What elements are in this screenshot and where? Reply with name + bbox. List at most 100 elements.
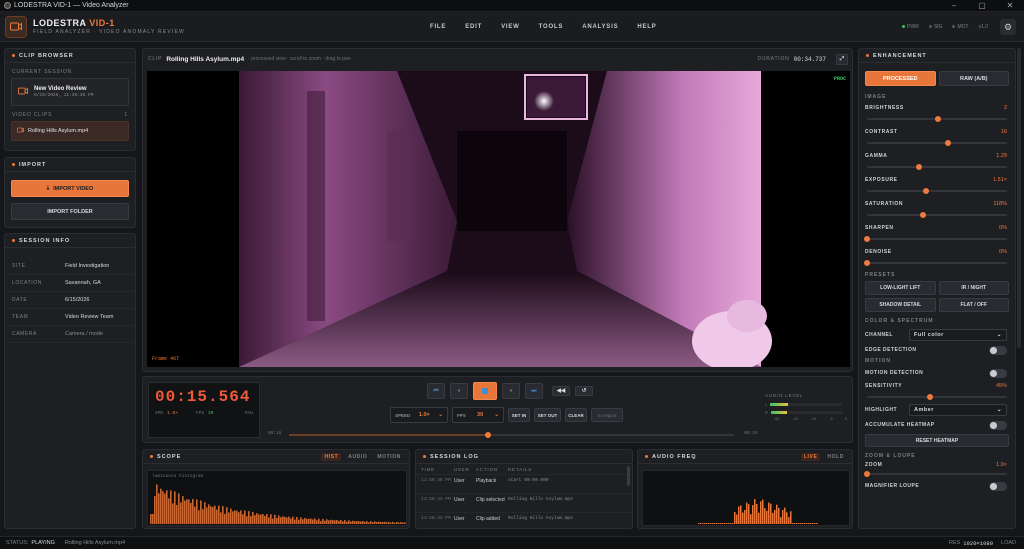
loop-button[interactable]: ↺: [575, 386, 593, 396]
slider-thumb[interactable]: [864, 260, 870, 266]
histogram-bar: [212, 506, 214, 524]
enhancement-scrollbar[interactable]: [1017, 48, 1021, 348]
zoom-thumb[interactable]: [864, 471, 870, 477]
motion-detection-label: MOTION DETECTION: [865, 370, 924, 376]
speed-select[interactable]: SPEED 1.0× ⌄: [390, 407, 448, 423]
histogram-bar: [338, 520, 340, 524]
video-file-icon: [16, 127, 25, 135]
prev-frame-button[interactable]: ‹: [450, 383, 468, 399]
set-in-button[interactable]: SET IN: [508, 408, 530, 422]
skip-start-button[interactable]: ⏮: [427, 383, 445, 399]
expand-button[interactable]: ⤢: [836, 53, 848, 65]
tab-live[interactable]: LIVE: [800, 452, 821, 461]
slider-thumb[interactable]: [935, 116, 942, 122]
timeline-playhead[interactable]: [485, 432, 492, 438]
histogram-bar: [394, 522, 396, 524]
preset-flat-off[interactable]: FLAT / OFF: [938, 298, 1009, 312]
slider-sharpen[interactable]: SHARPEN 0%: [859, 222, 1015, 246]
histogram-bar: [166, 490, 168, 524]
tab-hist[interactable]: HIST: [321, 452, 342, 461]
fps-select[interactable]: FPS 30 ⌄: [452, 407, 504, 423]
histogram-bar: [292, 516, 294, 524]
maximize-button[interactable]: ▢: [968, 0, 996, 12]
preset-shadow-detail[interactable]: SHADOW DETAIL: [865, 298, 936, 312]
histogram-bar: [352, 520, 354, 524]
slider-thumb[interactable]: [915, 164, 922, 170]
slider-saturation[interactable]: SATURATION 118%: [859, 198, 1015, 222]
slider-exposure[interactable]: EXPOSURE 1.51×: [859, 174, 1015, 198]
slider-thumb[interactable]: [920, 212, 926, 218]
play-pause-button[interactable]: [473, 382, 497, 400]
histogram-bar: [154, 496, 156, 524]
menu-tools[interactable]: TOOLS: [539, 24, 564, 30]
histogram-bar: [314, 518, 316, 524]
slider-thumb[interactable]: [922, 188, 929, 194]
motion-detection-toggle[interactable]: [989, 368, 1007, 378]
slider-thumb[interactable]: [864, 236, 870, 242]
fps-readout: 30: [208, 411, 214, 416]
slider-brightness[interactable]: BRIGHTNESS 2: [859, 102, 1015, 126]
settings-button[interactable]: ⚙: [1000, 19, 1016, 35]
histogram-bar: [402, 522, 404, 524]
histogram-bar: [170, 490, 172, 524]
sensitivity-thumb[interactable]: [927, 394, 933, 400]
video-frame-image: [239, 71, 772, 367]
timeline-scrubber[interactable]: [289, 432, 734, 438]
tab-motion[interactable]: MOTION: [374, 453, 404, 461]
import-folder-button[interactable]: IMPORT FOLDER: [11, 203, 129, 220]
accumulate-heatmap-toggle[interactable]: [989, 420, 1007, 430]
preset-ir-night[interactable]: IR / NIGHT: [938, 281, 1009, 295]
histogram-bar: [344, 520, 346, 524]
slider-contrast[interactable]: CONTRAST 16: [859, 126, 1015, 150]
skip-end-button[interactable]: ⏭: [525, 383, 543, 399]
next-frame-button[interactable]: ›: [502, 383, 520, 399]
histogram-bar: [272, 518, 274, 524]
set-out-button[interactable]: SET OUT: [534, 408, 561, 422]
menu-file[interactable]: FILE: [430, 24, 446, 30]
rewind-icon: ◀◀: [556, 388, 566, 394]
processed-mode-button[interactable]: PROCESSED: [865, 71, 936, 86]
preset-low-light-lift[interactable]: LOW-LIGHT LIFT: [865, 281, 936, 295]
rewind-button[interactable]: ◀◀: [552, 386, 570, 396]
spectrum-bar: [726, 523, 728, 524]
tab-audio[interactable]: AUDIO: [345, 453, 370, 461]
zoom-slider[interactable]: ZOOM 1.0×: [859, 459, 1015, 479]
highlight-select[interactable]: Amber ⌄: [909, 404, 1007, 416]
slider-denoise[interactable]: DENOISE 0%: [859, 246, 1015, 270]
session-info-panel: SESSION INFO SITE Field Investigation LOC…: [4, 233, 136, 529]
magnifier-loupe-toggle[interactable]: [989, 481, 1007, 491]
menu-view[interactable]: VIEW: [501, 24, 520, 30]
histogram-bar: [252, 511, 254, 524]
import-video-button[interactable]: ⤓ IMPORT VIDEO: [11, 180, 129, 197]
channel-select[interactable]: Full color ⌄: [909, 329, 1007, 341]
spectrum-bar: [754, 499, 756, 524]
clear-button[interactable]: CLEAR: [565, 408, 587, 422]
spectrum-bar: [756, 503, 758, 524]
spectrum-bar: [764, 508, 766, 524]
spectrum-bar: [812, 523, 814, 524]
minimize-button[interactable]: –: [940, 0, 968, 12]
video-viewport[interactable]: PROC Frame 467: [147, 71, 850, 367]
sensitivity-slider[interactable]: SENSITIVITY 45%: [859, 380, 1015, 402]
timecode: 00:15.564: [155, 388, 251, 406]
slider-thumb[interactable]: [945, 140, 952, 146]
clip-item[interactable]: Rolling Hills Asylum.mp4: [11, 121, 129, 141]
session-card[interactable]: New Video Review 6/15/2026, 11:36:35 PM: [11, 78, 129, 106]
histogram-bar: [342, 521, 344, 524]
spectrum-bar: [720, 523, 722, 524]
histogram-bar: [236, 510, 238, 524]
menu-analysis[interactable]: ANALYSIS: [582, 24, 618, 30]
histogram-bar: [208, 504, 210, 524]
menu-help[interactable]: HELP: [637, 24, 656, 30]
spectrum-bar: [702, 523, 704, 524]
reset-heatmap-button[interactable]: RESET HEATMAP: [865, 434, 1009, 447]
close-button[interactable]: ✕: [996, 0, 1024, 12]
timecode-display: 00:15.564 SPD 1.0× FPS 30 PAU: [148, 382, 260, 438]
edge-detection-toggle[interactable]: [989, 345, 1007, 355]
log-scrollbar[interactable]: [627, 466, 630, 486]
menu-edit[interactable]: EDIT: [465, 24, 482, 30]
slider-gamma[interactable]: GAMMA 1.29: [859, 150, 1015, 174]
raw-mode-button[interactable]: RAW (A/B): [938, 71, 1009, 86]
tab-hold[interactable]: HOLD: [824, 453, 847, 461]
window-title: LODESTRA VID-1 — Video Analyzer: [14, 2, 129, 9]
